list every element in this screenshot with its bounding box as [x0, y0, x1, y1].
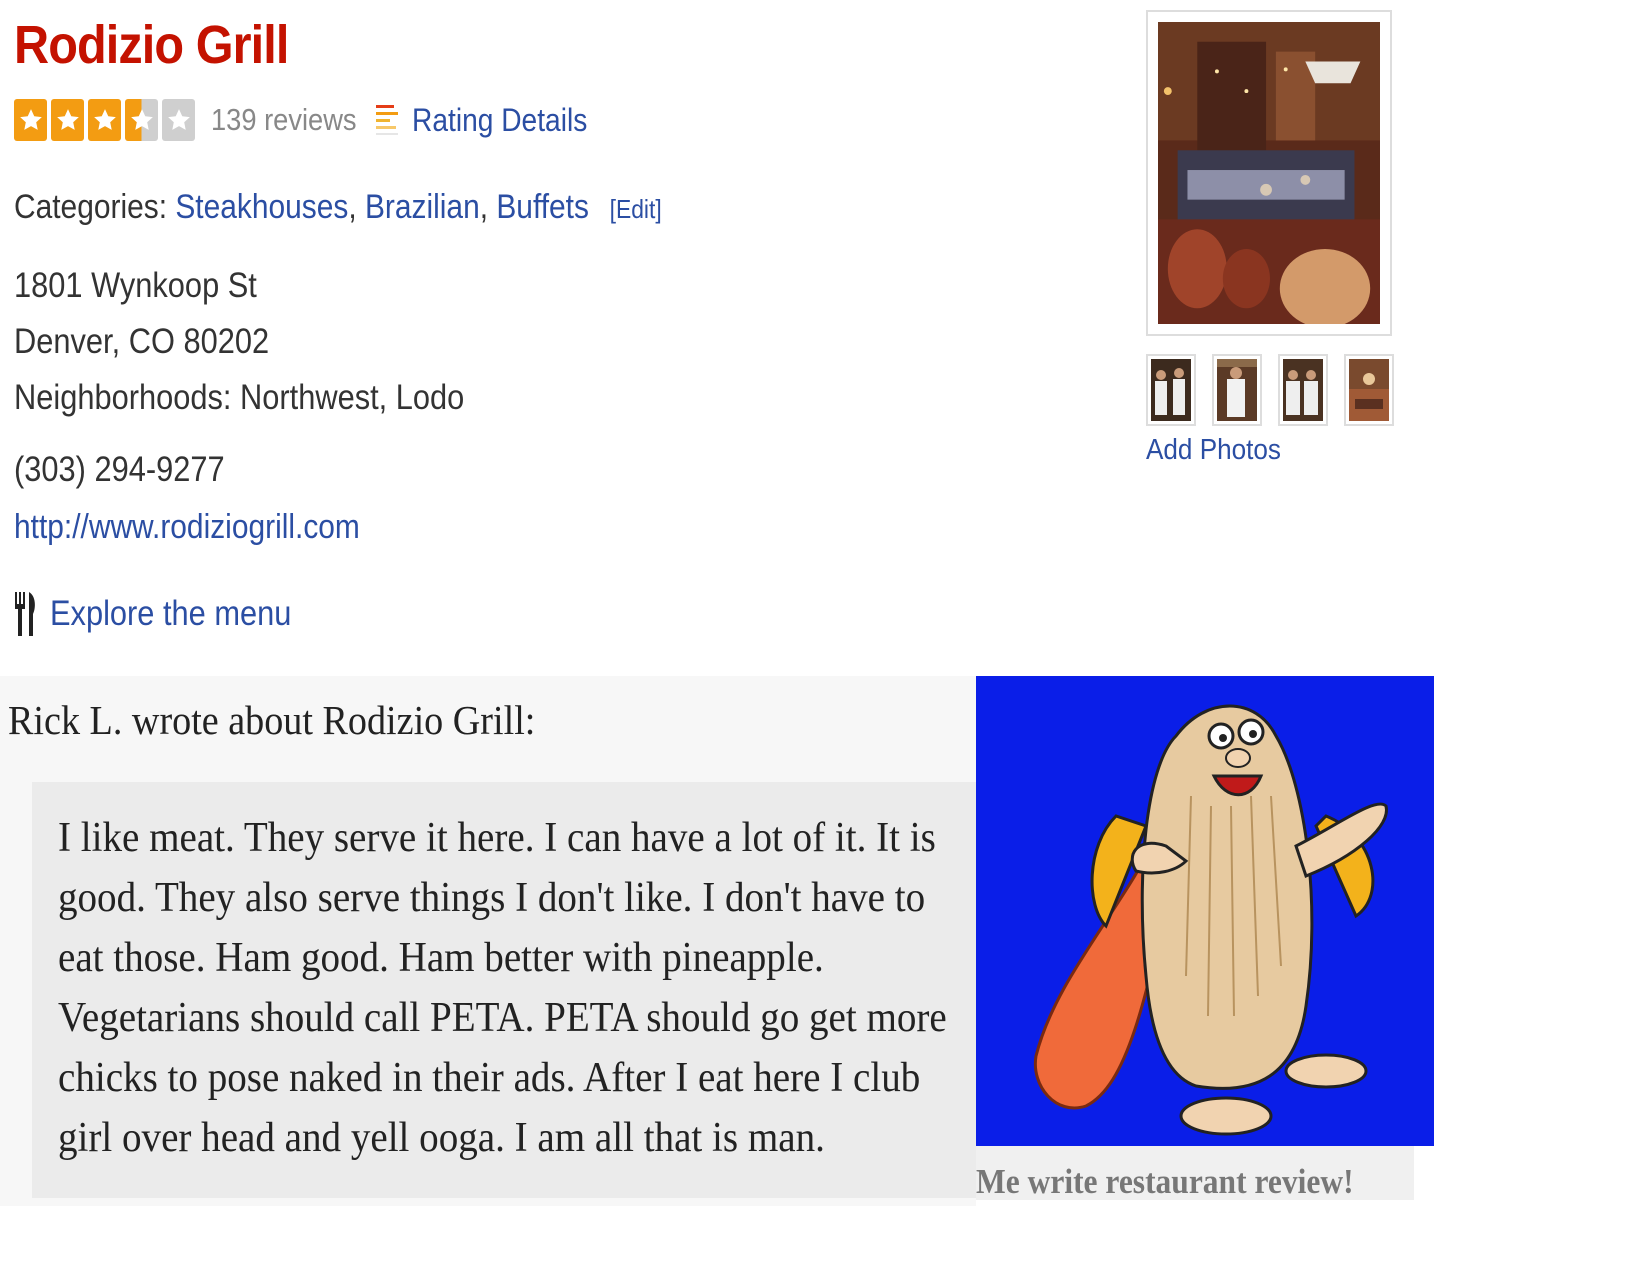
business-name: Rodizio Grill [14, 15, 289, 75]
phone-number: (303) 294-9277 [14, 450, 225, 489]
categories: Categories: Steakhouses, Brazilian, Buff… [14, 188, 662, 226]
edit-categories-link[interactable]: [Edit] [610, 194, 662, 224]
photo-thumbnail[interactable] [1278, 354, 1328, 426]
star-icon [14, 99, 47, 141]
star-icon [51, 99, 84, 141]
review-line: good. They also serve things I don't lik… [58, 875, 926, 921]
review-line: eat those. Ham good. Ham better with pin… [58, 935, 824, 981]
review-line: I like meat. They serve it here. I can h… [58, 815, 936, 861]
photo-thumbnail[interactable] [1212, 354, 1262, 426]
category-link-buffets[interactable]: Buffets [496, 188, 589, 226]
rating-details-icon [376, 105, 399, 135]
restaurant-interior-photo [1158, 22, 1380, 324]
rating-row: 139 reviews Rating Details [14, 96, 612, 144]
rating-details-link[interactable]: Rating Details [376, 102, 611, 139]
review-heading: Rick L. wrote about Rodizio Grill: [8, 697, 536, 743]
categories-label: Categories: [14, 188, 168, 226]
photo-thumbnail[interactable] [1344, 354, 1394, 426]
website-link[interactable]: http://www.rodiziogrill.com [14, 508, 360, 547]
dining-room-photo-icon [1349, 359, 1389, 421]
caveman-cartoon-illustration [976, 676, 1434, 1146]
review-count-link[interactable]: 139 reviews [211, 102, 357, 138]
neighborhoods: Neighborhoods: Northwest, Lodo [14, 378, 465, 417]
caveman-cartoon-image [976, 676, 1434, 1146]
empty-star-icon [162, 99, 195, 141]
explore-menu-link[interactable]: Explore the menu [14, 592, 324, 636]
image-caption: Me write restaurant review! [976, 1162, 1354, 1201]
address-city: Denver, CO 80202 [14, 322, 270, 361]
half-star-icon [125, 99, 158, 141]
add-photos-link[interactable]: Add Photos [1146, 434, 1281, 467]
photo-thumbnails [1146, 354, 1394, 426]
rating-details-label[interactable]: Rating Details [412, 102, 587, 139]
category-link-brazilian[interactable]: Brazilian [365, 188, 480, 226]
staff-photo-icon [1283, 359, 1323, 421]
review-line: girl over head and yell ooga. I am all t… [58, 1115, 825, 1161]
address-block: 1801 Wynkoop St Denver, CO 80202 Neighbo… [14, 258, 464, 426]
review-line: chicks to pose naked in their ads. After… [58, 1055, 921, 1101]
star-rating [14, 99, 195, 141]
review-line: Vegetarians should call PETA. PETA shoul… [58, 995, 947, 1041]
staff-photo-icon [1151, 359, 1191, 421]
explore-menu-label[interactable]: Explore the menu [50, 594, 291, 634]
photo-thumbnail[interactable] [1146, 354, 1196, 426]
review-text: I like meat. They serve it here. I can h… [58, 808, 947, 1168]
address-street: 1801 Wynkoop St [14, 266, 257, 305]
fork-knife-icon [15, 592, 35, 636]
staff-photo-icon [1217, 359, 1257, 421]
main-photo[interactable] [1146, 10, 1392, 336]
star-icon [88, 99, 121, 141]
category-link-steakhouses[interactable]: Steakhouses [175, 188, 348, 226]
